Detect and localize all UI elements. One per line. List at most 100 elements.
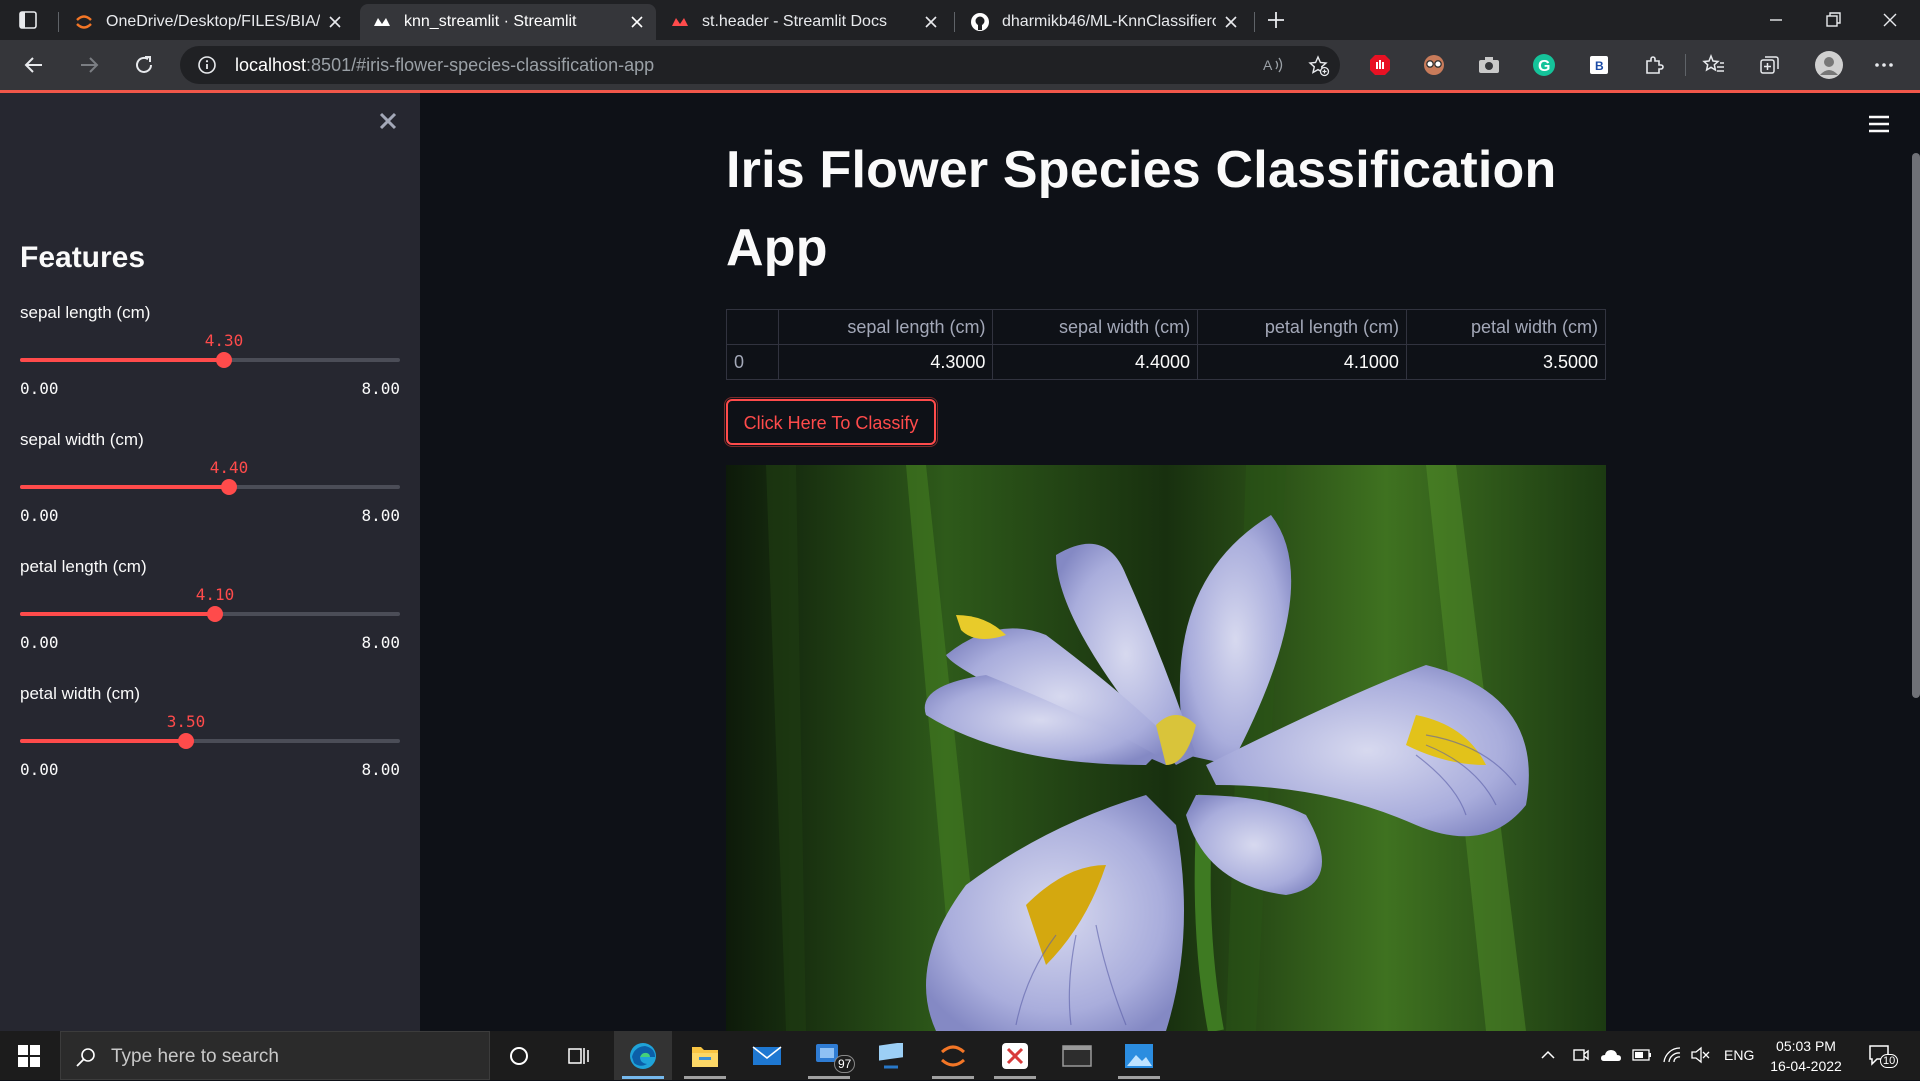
slider-track[interactable] <box>20 606 400 622</box>
mail-icon[interactable] <box>738 1031 796 1080</box>
jupyter-icon <box>74 12 94 32</box>
language-indicator[interactable]: ENG <box>1724 1031 1754 1080</box>
column-header[interactable]: sepal width (cm) <box>992 309 1199 345</box>
slider-thumb[interactable] <box>221 479 237 495</box>
page-title: Iris Flower Species Classification App <box>726 141 1557 277</box>
battery-icon[interactable] <box>1632 1048 1652 1062</box>
table-cell: 0 <box>726 344 779 380</box>
add-favorite-icon[interactable] <box>1308 55 1330 77</box>
tab-knn-streamlit[interactable]: knn_streamlit · Streamlit <box>360 4 656 40</box>
url-text: localhost:8501/#iris-flower-species-clas… <box>235 46 654 84</box>
snipping-tool-icon[interactable] <box>986 1031 1044 1080</box>
slider-thumb[interactable] <box>207 606 223 622</box>
slider-track[interactable] <box>20 479 400 495</box>
slider-label: petal width (cm) <box>20 684 140 703</box>
slider-min: 0.00 <box>20 760 59 779</box>
remote-desktop-icon[interactable] <box>862 1031 920 1080</box>
tab-jupyter[interactable]: OneDrive/Desktop/FILES/BIA/Ma <box>62 4 354 40</box>
github-icon <box>970 12 990 32</box>
read-aloud-icon[interactable]: A <box>1263 55 1285 75</box>
tab-github[interactable]: dharmikb46/ML-KnnClassifieron <box>958 4 1250 40</box>
slider-track[interactable] <box>20 352 400 368</box>
onedrive-icon[interactable] <box>1600 1047 1622 1063</box>
table-row: 0 4.3000 4.4000 4.1000 3.5000 <box>726 344 1607 380</box>
slider-petal-length[interactable]: petal length (cm) 4.10 0.00 8.00 <box>20 557 400 657</box>
sidebar: Features sepal length (cm) 4.30 0.00 8.0… <box>0 93 420 1031</box>
grammarly-icon[interactable]: G <box>1530 51 1558 79</box>
slider-sepal-length[interactable]: sepal length (cm) 4.30 0.00 8.00 <box>20 303 400 403</box>
more-options-icon[interactable] <box>1870 51 1898 79</box>
restore-icon[interactable] <box>1823 10 1843 30</box>
glasses-extension-icon[interactable] <box>1420 51 1448 79</box>
hamburger-menu-icon[interactable] <box>1868 115 1890 133</box>
slider-label: petal length (cm) <box>20 557 147 576</box>
close-icon[interactable] <box>1224 15 1238 29</box>
scrollbar[interactable] <box>1912 153 1920 698</box>
close-icon[interactable] <box>924 15 938 29</box>
slider-sepal-width[interactable]: sepal width (cm) 4.40 0.00 8.00 <box>20 430 400 530</box>
back-icon[interactable] <box>20 51 48 79</box>
classify-button[interactable]: Click Here To Classify <box>724 397 938 447</box>
taskbar-search-box[interactable]: Type here to search <box>60 1031 490 1080</box>
close-window-icon[interactable] <box>1880 10 1900 30</box>
table-cell: 4.3000 <box>777 344 994 380</box>
svg-text:B: B <box>1595 59 1604 73</box>
profile-avatar-icon[interactable] <box>1813 49 1845 81</box>
column-header[interactable]: petal length (cm) <box>1197 309 1407 345</box>
slider-fill <box>20 358 224 362</box>
file-explorer-icon[interactable] <box>676 1031 734 1080</box>
slider-petal-width[interactable]: petal width (cm) 3.50 0.00 8.00 <box>20 684 400 784</box>
tab-title: dharmikb46/ML-KnnClassifieron <box>1002 13 1216 30</box>
close-icon[interactable] <box>328 15 342 29</box>
show-hidden-icons-chevron-icon[interactable] <box>1540 1047 1556 1063</box>
tab-title: knn_streamlit · Streamlit <box>404 13 577 30</box>
notification-center-icon[interactable]: 10 <box>1868 1044 1899 1068</box>
slider-fill <box>20 485 229 489</box>
address-bar[interactable]: localhost:8501/#iris-flower-species-clas… <box>180 46 1340 84</box>
slider-thumb[interactable] <box>216 352 232 368</box>
slider-max: 8.00 <box>361 379 400 398</box>
favorites-icon[interactable] <box>1700 51 1728 79</box>
tab-actions-icon[interactable] <box>18 10 38 30</box>
svg-text:A: A <box>1263 57 1273 73</box>
dataframe-table[interactable]: sepal length (cm) sepal width (cm) petal… <box>726 309 1607 380</box>
svg-text:G: G <box>1538 58 1550 75</box>
tab-streamlit-docs[interactable]: st.header - Streamlit Docs <box>658 4 950 40</box>
collections-icon[interactable] <box>1756 51 1784 79</box>
meet-now-icon[interactable] <box>1572 1046 1590 1064</box>
column-header[interactable]: petal width (cm) <box>1405 309 1607 345</box>
clock-time: 05:03 PM <box>1776 1038 1836 1054</box>
windows-start-icon[interactable] <box>18 1045 40 1067</box>
extensions-icon[interactable] <box>1640 51 1668 79</box>
site-info-icon[interactable] <box>197 55 217 75</box>
main-content: Iris Flower Species Classification App s… <box>420 93 1920 1031</box>
column-header[interactable]: sepal length (cm) <box>777 309 994 345</box>
task-view-icon[interactable] <box>550 1031 608 1080</box>
system-clock[interactable]: 05:03 PM 16-04-2022 <box>1766 1036 1846 1076</box>
jupyter-app-icon[interactable] <box>924 1031 982 1080</box>
slider-thumb[interactable] <box>178 733 194 749</box>
slider-fill <box>20 739 186 743</box>
photos-icon[interactable] <box>1110 1031 1168 1080</box>
refresh-icon[interactable] <box>130 51 158 79</box>
bookmark-extension-icon[interactable]: B <box>1585 51 1613 79</box>
terminal-icon[interactable] <box>1048 1031 1106 1080</box>
camera-icon[interactable] <box>1475 51 1503 79</box>
column-header[interactable] <box>726 309 779 345</box>
close-icon[interactable] <box>630 15 644 29</box>
volume-muted-icon[interactable] <box>1690 1046 1710 1064</box>
notification-count: 10 <box>1880 1054 1899 1068</box>
adblock-extension-icon[interactable] <box>1366 51 1394 79</box>
close-sidebar-icon[interactable] <box>376 109 400 133</box>
edge-browser-icon[interactable] <box>614 1031 672 1080</box>
table-header-row: sepal length (cm) sepal width (cm) petal… <box>726 309 1607 345</box>
url-host: localhost <box>235 55 307 75</box>
forward-icon[interactable] <box>75 51 103 79</box>
wifi-icon[interactable] <box>1662 1046 1682 1064</box>
notification-app-icon[interactable]: 97 <box>800 1031 858 1080</box>
new-tab-icon[interactable] <box>1266 10 1286 30</box>
slider-min: 0.00 <box>20 506 59 525</box>
slider-track[interactable] <box>20 733 400 749</box>
minimize-icon[interactable] <box>1766 10 1786 30</box>
cortana-icon[interactable] <box>490 1031 548 1080</box>
